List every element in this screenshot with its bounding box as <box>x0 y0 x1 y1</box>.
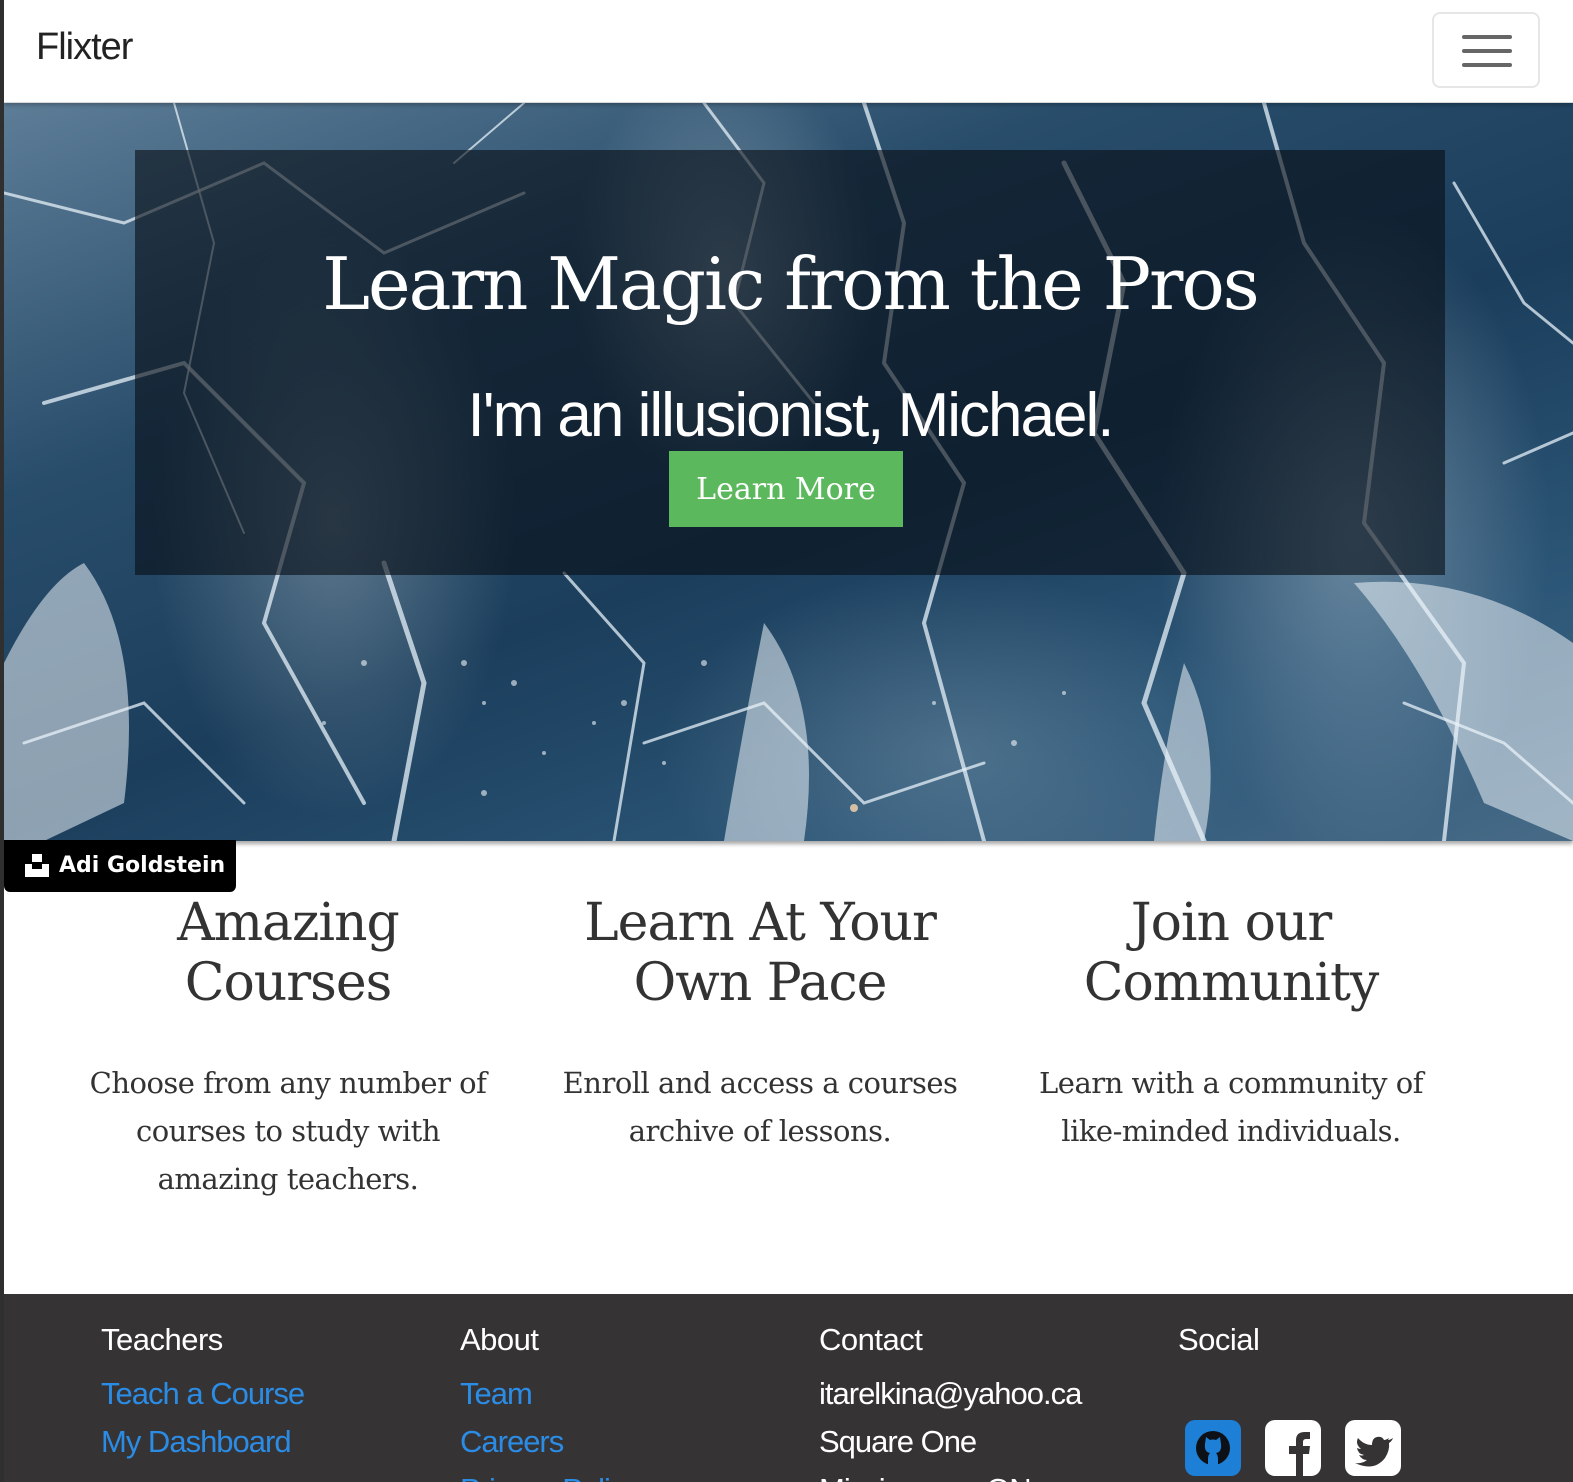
footer-link-team[interactable]: Team <box>460 1376 533 1411</box>
contact-address-line: Mississauga ON <box>819 1466 1159 1482</box>
feature-amazing-courses: Amazing Courses Choose from any number o… <box>73 893 503 1196</box>
feature-title-line: Courses <box>184 953 393 1013</box>
footer-about-column: About Team Careers Privacy Policy <box>460 1322 800 1482</box>
hero-jumbotron: Learn Magic from the Pros I'm an illusio… <box>135 150 1445 575</box>
feature-title-line: Amazing <box>177 893 400 953</box>
feature-title-line: Community <box>1083 953 1380 1013</box>
site-footer: Teachers Teach a Course My Dashboard Abo… <box>4 1294 1573 1482</box>
feature-title: Learn At Your Own Pace <box>545 893 975 1013</box>
navbar-toggle-button[interactable] <box>1432 12 1540 88</box>
feature-title-line: Own Pace <box>633 953 888 1013</box>
github-icon[interactable] <box>1185 1420 1241 1476</box>
footer-contact-column: Contact itarelkina@yahoo.ca Square One M… <box>819 1322 1159 1482</box>
footer-link-privacy-policy[interactable]: Privacy Policy <box>460 1472 640 1482</box>
feature-community: Join our Community Learn with a communit… <box>1016 893 1446 1148</box>
feature-text: Learn with a community of like-minded in… <box>1039 1066 1423 1148</box>
feature-title-line: Join our <box>1130 893 1332 953</box>
twitter-icon[interactable] <box>1345 1420 1401 1476</box>
footer-teachers-column: Teachers Teach a Course My Dashboard <box>101 1322 441 1466</box>
hero-title: Learn Magic from the Pros <box>322 242 1260 326</box>
footer-link-teach-a-course[interactable]: Teach a Course <box>101 1376 305 1411</box>
learn-more-button[interactable]: Learn More <box>669 451 903 527</box>
brand-logo-link[interactable]: Flixter <box>36 26 133 69</box>
footer-link-careers[interactable]: Careers <box>460 1424 564 1459</box>
facebook-icon[interactable] <box>1265 1420 1321 1476</box>
top-navbar: Flixter <box>4 0 1573 103</box>
footer-social-column: Social <box>1178 1322 1518 1358</box>
photo-credit-name: Adi Goldstein <box>59 853 226 878</box>
window-edge <box>0 0 4 1482</box>
contact-email: itarelkina@yahoo.ca <box>819 1376 1082 1411</box>
footer-heading: Social <box>1178 1322 1260 1357</box>
footer-heading: About <box>460 1322 539 1357</box>
feature-own-pace: Learn At Your Own Pace Enroll and access… <box>545 893 975 1148</box>
footer-heading: Teachers <box>101 1322 223 1357</box>
footer-link-my-dashboard[interactable]: My Dashboard <box>101 1424 292 1459</box>
feature-title-line: Learn At Your <box>584 893 937 953</box>
hero-subtitle: I'm an illusionist, Michael. <box>467 381 1115 450</box>
footer-heading: Contact <box>819 1322 923 1357</box>
feature-title: Amazing Courses <box>73 893 503 1013</box>
feature-text: Choose from any number of courses to stu… <box>89 1066 487 1196</box>
contact-address-line: Square One <box>819 1424 977 1459</box>
hero-section: Learn Magic from the Pros I'm an illusio… <box>4 103 1573 841</box>
photo-credit-badge[interactable]: Adi Goldstein <box>4 840 236 892</box>
feature-title: Join our Community <box>1016 893 1446 1013</box>
camera-icon <box>25 854 49 877</box>
feature-text: Enroll and access a courses archive of l… <box>562 1066 958 1148</box>
